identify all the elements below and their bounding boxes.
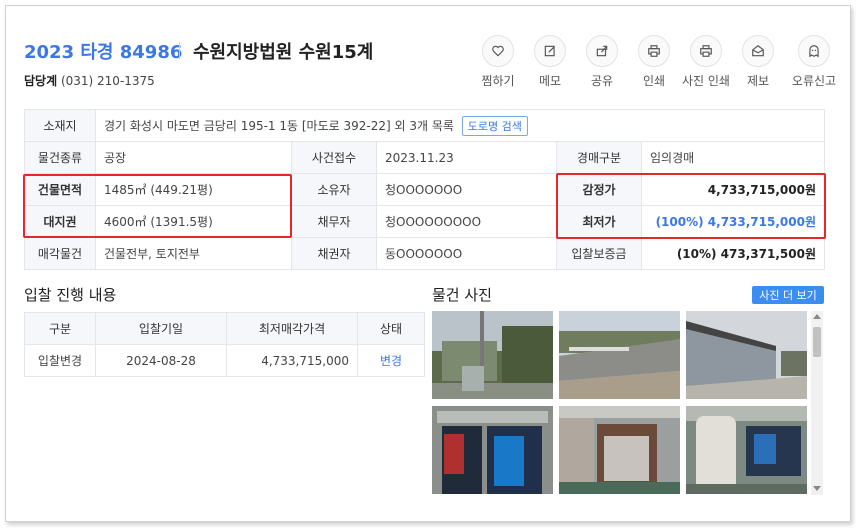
location-value: 경기 화성시 마도면 금당리 195-1 1동 [마도로 392-22] 외 3… xyxy=(104,118,454,133)
road-search-button[interactable]: 도로명 검색 xyxy=(461,115,528,136)
share-label: 공유 xyxy=(590,74,614,88)
table-row: 소재지 경기 화성시 마도면 금당리 195-1 1동 [마도로 392-22]… xyxy=(24,109,825,142)
court-name: 수원지방법원 수원15계 xyxy=(193,42,374,63)
column-header: 입찰기일 xyxy=(95,312,227,345)
bid-date: 2024-08-28 xyxy=(95,344,227,377)
table-row: 매각물건 건물전부, 토지전부 채권자 동OOOOOOO 입찰보증금 (10%)… xyxy=(24,237,825,270)
contact-phone[interactable]: (031) 210-1375 xyxy=(61,74,155,88)
sale-items-value: 건물전부, 토지전부 xyxy=(95,237,292,270)
column-header: 상태 xyxy=(357,312,425,345)
photo-gallery xyxy=(432,309,824,495)
case-number: 2023 타경 84986 xyxy=(24,42,183,63)
debtor-label: 채무자 xyxy=(291,205,377,238)
bidding-table: 구분 입찰기일 최저매각가격 상태 입찰변경 2024-08-28 4,733,… xyxy=(24,312,425,377)
creditor-label: 채권자 xyxy=(291,237,377,270)
auction-type-label: 경매구분 xyxy=(556,141,642,174)
property-photo[interactable] xyxy=(432,406,553,494)
table-row: 입찰변경 2024-08-28 4,733,715,000 변경 xyxy=(24,344,425,377)
bidding-section-title: 입찰 진행 내용 xyxy=(24,286,117,304)
more-photos-button[interactable]: 사진 더 보기 xyxy=(752,286,824,304)
error-report-button[interactable]: 오류신고 xyxy=(784,35,844,89)
favorite-label: 찜하기 xyxy=(481,74,515,88)
photo-print-label: 사진 인쇄 xyxy=(682,74,730,88)
owner-label: 소유자 xyxy=(291,173,377,206)
share-button[interactable]: 공유 xyxy=(576,35,628,89)
deposit-value: (10%) 473,371,500원 xyxy=(641,237,825,270)
share-icon xyxy=(586,35,618,67)
report-mail-icon xyxy=(742,35,774,67)
heart-icon xyxy=(482,35,514,67)
scroll-up-arrow-icon[interactable] xyxy=(813,314,821,319)
auction-type-value: 임의경매 xyxy=(641,141,825,174)
contact-label: 담당계 xyxy=(24,74,58,88)
table-header-row: 구분 입찰기일 최저매각가격 상태 xyxy=(24,312,425,345)
photos-section-title: 물건 사진 xyxy=(432,286,492,304)
owner-value: 청OOOOOOO xyxy=(376,173,557,206)
price-highlight-box xyxy=(556,173,826,239)
memo-label: 메모 xyxy=(538,74,562,88)
location-value-cell: 경기 화성시 마도면 금당리 195-1 1동 [마도로 392-22] 외 3… xyxy=(95,109,825,142)
bid-kind: 입찰변경 xyxy=(24,344,96,377)
creditor-value: 동OOOOOOO xyxy=(376,237,557,270)
scroll-down-arrow-icon[interactable] xyxy=(813,486,821,491)
report-label: 제보 xyxy=(746,74,770,88)
table-row: 물건종류 공장 사건접수 2023.11.23 경매구분 임의경매 xyxy=(24,141,825,174)
gallery-scroll-thumb[interactable] xyxy=(813,327,821,357)
bid-status-link[interactable]: 변경 xyxy=(357,344,425,377)
area-highlight-box xyxy=(23,174,292,238)
memo-button[interactable]: 메모 xyxy=(524,35,576,89)
error-report-icon xyxy=(798,35,830,67)
type-label: 물건종류 xyxy=(24,141,96,174)
debtor-value: 청OOOOOOOOO xyxy=(376,205,557,238)
error-report-label: 오류신고 xyxy=(791,74,837,88)
column-header: 구분 xyxy=(24,312,96,345)
property-photo[interactable] xyxy=(686,311,807,399)
property-photo[interactable] xyxy=(432,311,553,399)
deposit-label: 입찰보증금 xyxy=(556,237,642,270)
photo-print-icon xyxy=(690,35,722,67)
received-value: 2023.11.23 xyxy=(376,141,557,174)
contact-info: 담당계 (031) 210-1375 xyxy=(24,72,155,89)
property-photo[interactable] xyxy=(686,406,807,494)
location-label: 소재지 xyxy=(24,109,96,142)
title-divider xyxy=(179,42,180,59)
print-button[interactable]: 인쇄 xyxy=(628,35,680,89)
favorite-button[interactable]: 찜하기 xyxy=(472,35,524,89)
type-value: 공장 xyxy=(95,141,292,174)
print-icon xyxy=(638,35,670,67)
bid-min-price: 4,733,715,000 xyxy=(226,344,358,377)
photo-print-button[interactable]: 사진 인쇄 xyxy=(680,35,732,89)
property-photo[interactable] xyxy=(559,406,680,494)
memo-icon xyxy=(534,35,566,67)
action-toolbar: 찜하기 메모 공유 인쇄 사진 인쇄 제보 오류신고 xyxy=(472,35,844,89)
report-button[interactable]: 제보 xyxy=(732,35,784,89)
property-photo[interactable] xyxy=(559,311,680,399)
received-label: 사건접수 xyxy=(291,141,377,174)
print-label: 인쇄 xyxy=(642,74,666,88)
column-header: 최저매각가격 xyxy=(226,312,358,345)
sale-items-label: 매각물건 xyxy=(24,237,96,270)
